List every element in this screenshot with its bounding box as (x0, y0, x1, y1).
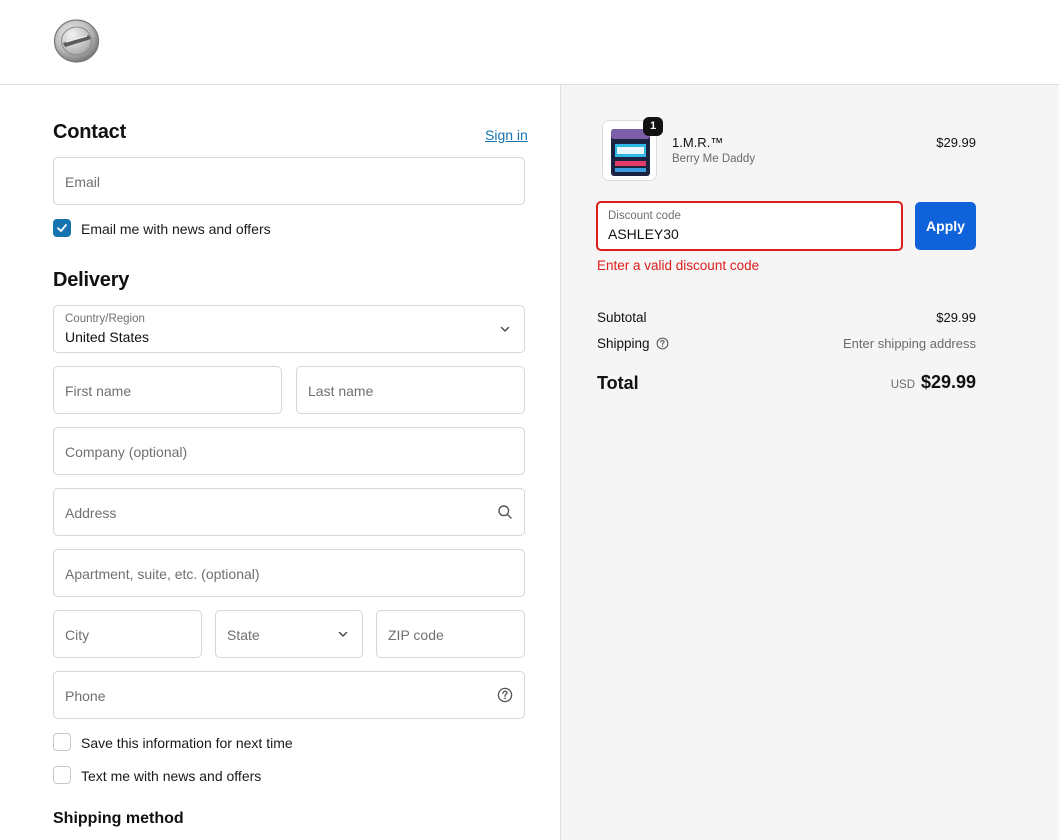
phone-placeholder: Phone (65, 688, 106, 704)
apartment-placeholder: Apartment, suite, etc. (optional) (65, 566, 260, 582)
country-value: United States (65, 329, 150, 345)
apartment-field[interactable]: Apartment, suite, etc. (optional) (53, 549, 525, 597)
delivery-heading: Delivery (53, 269, 130, 291)
last-name-field[interactable]: Last name (296, 366, 525, 414)
first-name-placeholder: First name (65, 383, 132, 399)
company-placeholder: Company (optional) (65, 444, 188, 460)
phone-field[interactable]: Phone (53, 671, 525, 719)
zip-field[interactable]: ZIP code (376, 610, 525, 658)
last-name-placeholder: Last name (308, 383, 374, 399)
help-icon[interactable] (656, 337, 669, 350)
discount-code-label: Discount code (608, 210, 681, 222)
zip-placeholder: ZIP code (388, 627, 444, 643)
quantity-badge: 1 (643, 117, 663, 136)
country-select[interactable]: Country/Region United States (53, 305, 525, 353)
currency-code: USD (890, 379, 915, 391)
checkmark-icon (57, 224, 67, 232)
shipping-label-text: Shipping (597, 336, 650, 351)
apply-button[interactable]: Apply (915, 202, 976, 250)
newsletter-label: Email me with news and offers (81, 221, 271, 237)
discount-code-value: ASHLEY30 (608, 226, 679, 242)
shipping-label: Shipping (597, 336, 669, 351)
address-field[interactable]: Address (53, 488, 525, 536)
newsletter-checkbox[interactable] (53, 219, 71, 237)
discount-code-field[interactable]: Discount code ASHLEY30 (596, 201, 903, 251)
product-name: 1.M.R.™ (672, 135, 724, 150)
subtotal-label: Subtotal (597, 310, 647, 325)
checkout-form: Contact Sign in Email Email me with news… (0, 85, 561, 840)
total-value: $29.99 (920, 372, 976, 392)
shipping-value: Enter shipping address (843, 336, 976, 351)
checkout-header (0, 0, 1059, 85)
contact-heading: Contact (53, 121, 127, 143)
help-icon[interactable] (497, 687, 513, 703)
subtotal-value: $29.99 (936, 310, 976, 325)
product-price: $29.99 (936, 135, 976, 150)
text-me-checkbox[interactable] (53, 766, 71, 784)
state-select[interactable]: State (215, 610, 363, 658)
order-summary: 1 1.M.R.™ Berry Me Daddy $29.99 Discount… (561, 85, 1059, 840)
sign-in-link[interactable]: Sign in (485, 127, 528, 143)
address-placeholder: Address (65, 505, 117, 521)
city-field[interactable]: City (53, 610, 202, 658)
city-placeholder: City (65, 627, 90, 643)
state-placeholder: State (227, 627, 260, 643)
email-placeholder: Email (65, 174, 101, 190)
discount-error-message: Enter a valid discount code (597, 258, 760, 273)
product-variant: Berry Me Daddy (672, 153, 756, 165)
save-info-checkbox[interactable] (53, 733, 71, 751)
total-label: Total (597, 373, 639, 393)
search-icon (498, 505, 512, 519)
company-field[interactable]: Company (optional) (53, 427, 525, 475)
brand-logo-icon[interactable] (53, 18, 100, 63)
shipping-method-heading: Shipping method (53, 810, 184, 827)
first-name-field[interactable]: First name (53, 366, 282, 414)
save-info-label: Save this information for next time (81, 735, 293, 751)
email-field[interactable]: Email (53, 157, 525, 205)
country-label: Country/Region (65, 313, 145, 325)
text-me-label: Text me with news and offers (81, 768, 262, 784)
chevron-down-icon (338, 631, 348, 637)
chevron-down-icon (500, 326, 510, 332)
